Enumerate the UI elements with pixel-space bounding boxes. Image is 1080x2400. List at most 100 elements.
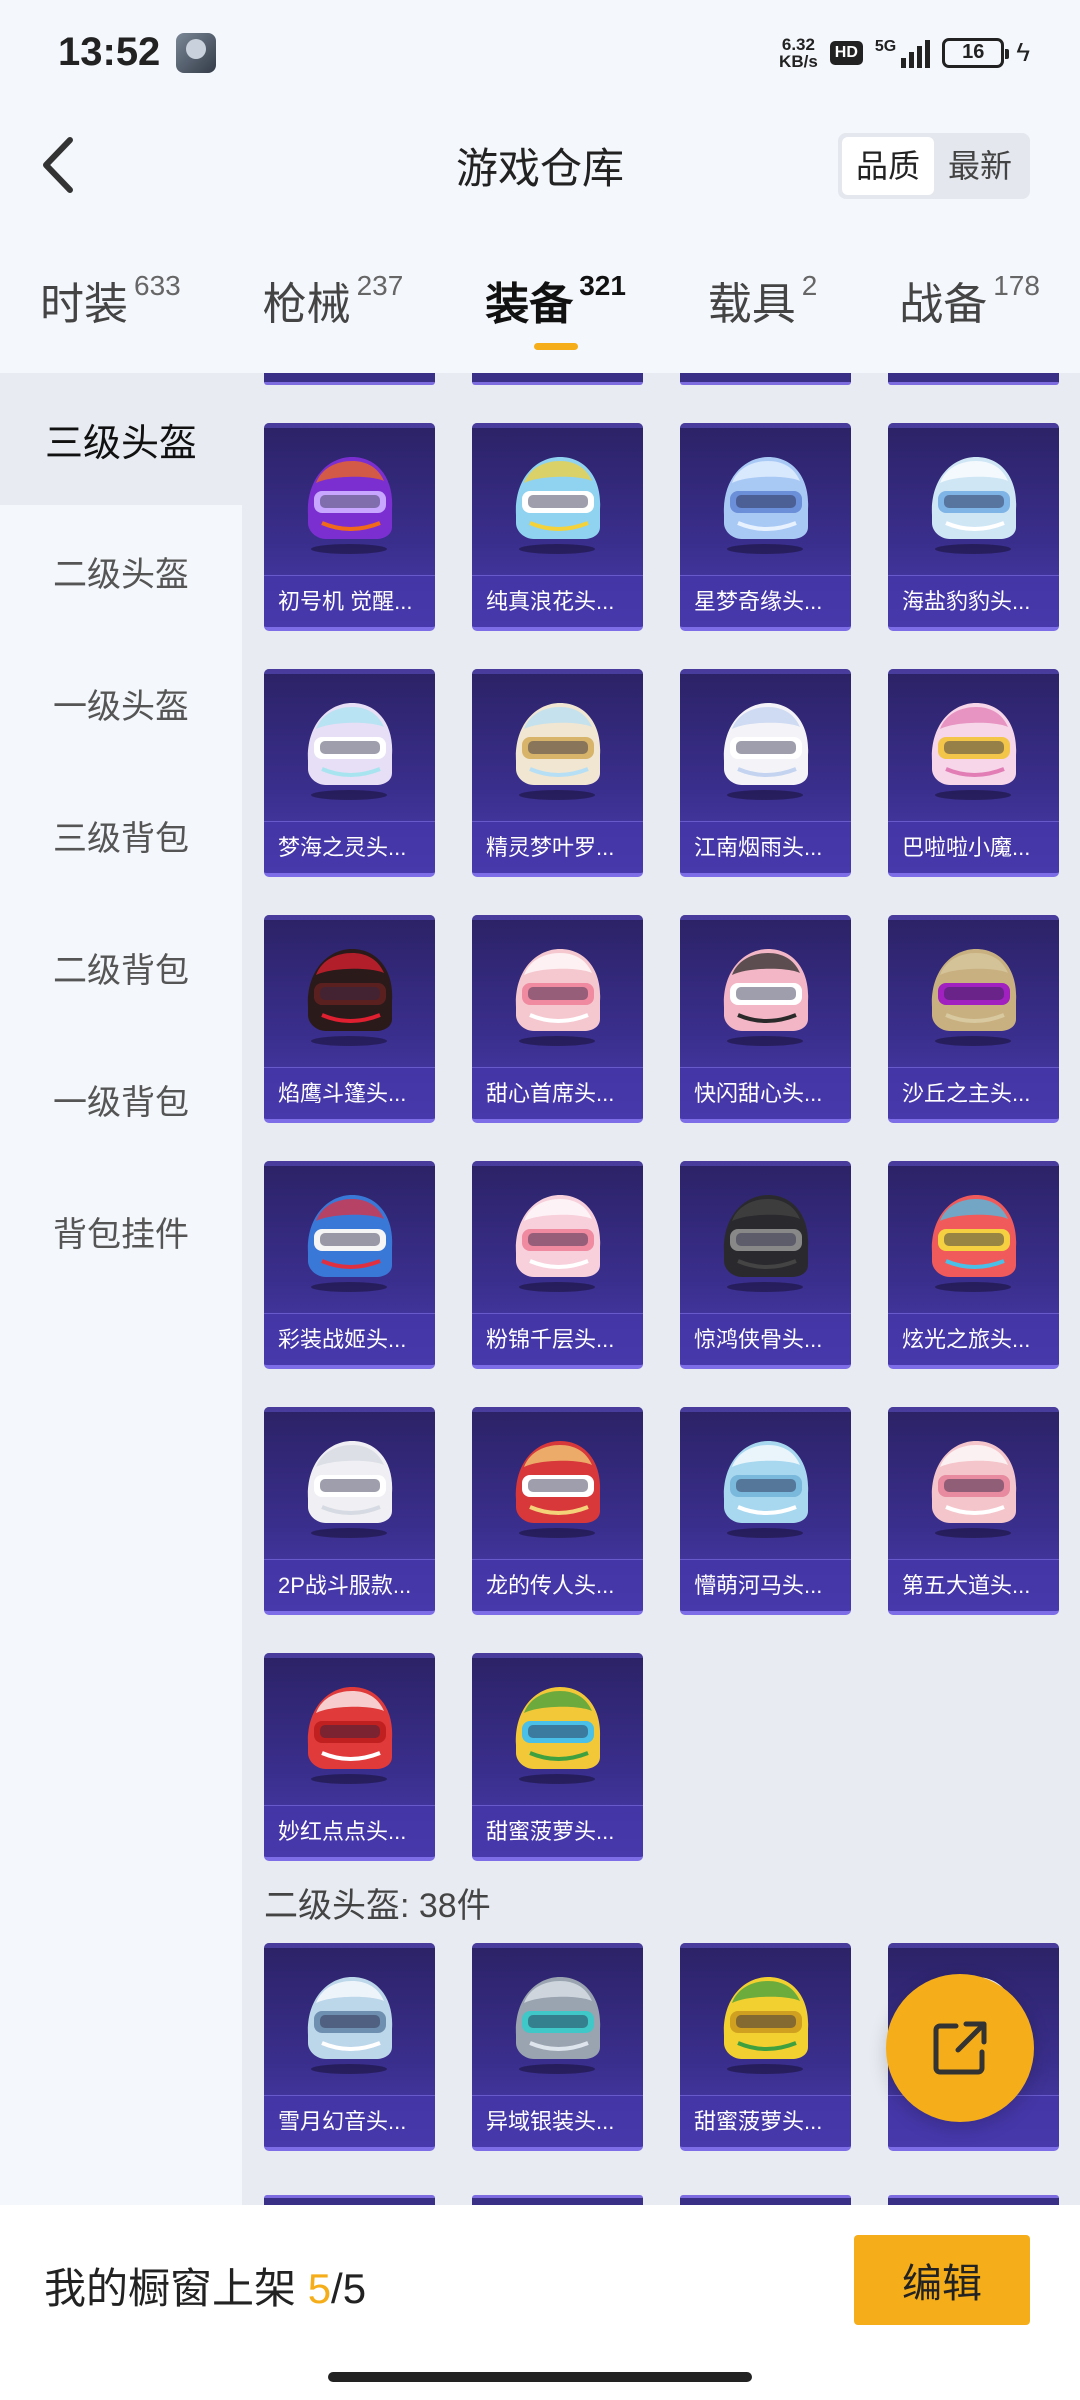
item-name: 甜蜜菠萝头... xyxy=(472,1805,643,1857)
item-card[interactable]: 江南烟雨头... xyxy=(680,669,851,877)
item-name: 沙丘之主头... xyxy=(888,1067,1059,1119)
active-tab-indicator xyxy=(533,343,578,350)
item-card[interactable]: 第五大道头... xyxy=(888,1407,1059,1615)
sidebar-item-level3-helmet[interactable]: 三级头盔 xyxy=(0,373,242,505)
helmet-image xyxy=(931,457,1017,554)
helmet-image xyxy=(307,1195,393,1292)
item-name: 梦海之灵头... xyxy=(264,821,435,873)
tab-equipment[interactable]: 装备 321 xyxy=(485,264,626,350)
sidebar-item-backpack-charm[interactable]: 背包挂件 xyxy=(0,1165,242,1297)
helmet-image xyxy=(515,1977,601,2074)
tab-count: 633 xyxy=(134,270,181,301)
item-card[interactable]: 惊鸿侠骨头... xyxy=(680,1161,851,1369)
item-card[interactable]: 龙的传人头... xyxy=(472,1407,643,1615)
item-name: 甜蜜菠萝头... xyxy=(680,2095,851,2147)
tab-fashion[interactable]: 时装 633 xyxy=(40,264,181,334)
showcase-status: 我的橱窗上架 5/5 xyxy=(44,2255,366,2316)
home-indicator[interactable] xyxy=(328,2372,752,2382)
showcase-current-count: 5 xyxy=(307,2265,332,2312)
helmet-image xyxy=(515,949,601,1046)
helmet-image xyxy=(931,949,1017,1046)
tab-label: 装备 xyxy=(485,280,574,329)
helmet-image xyxy=(723,949,809,1046)
helmet-image xyxy=(723,1441,809,1538)
item-name: 焰鹰斗篷头... xyxy=(264,1067,435,1119)
item-card[interactable]: 巴啦啦小魔... xyxy=(888,669,1059,877)
helmet-image xyxy=(723,1977,809,2074)
helmet-image xyxy=(307,949,393,1046)
tab-supplies[interactable]: 战备 178 xyxy=(899,264,1040,334)
item-name: 海盐豹豹头... xyxy=(888,575,1059,627)
item-name: 快闪甜心头... xyxy=(680,1067,851,1119)
network-speed: 6.32 KB/s xyxy=(779,36,818,70)
item-card[interactable]: 沙丘之主头... xyxy=(888,915,1059,1123)
helmet-image xyxy=(307,1687,393,1784)
helmet-image xyxy=(307,1977,393,2074)
helmet-image xyxy=(931,703,1017,800)
item-card[interactable]: 粉锦千层头... xyxy=(472,1161,643,1369)
tab-count: 2 xyxy=(801,270,818,301)
helmet-image xyxy=(515,1687,601,1784)
item-card[interactable]: 甜蜜菠萝头... xyxy=(472,1653,643,1861)
sidebar-item-level2-helmet[interactable]: 二级头盔 xyxy=(0,505,242,637)
helmet-image xyxy=(723,457,809,554)
item-grid-area[interactable]: 初号机 觉醒... 纯真浪花头... 星梦奇缘头... 海盐豹豹头... 梦海之灵头..… xyxy=(242,373,1080,2205)
helmet-image xyxy=(931,1441,1017,1538)
item-card[interactable]: 2P战斗服款... xyxy=(264,1407,435,1615)
item-name: 初号机 觉醒... xyxy=(264,575,435,627)
item-name: 妙红点点头... xyxy=(264,1805,435,1857)
showcase-total-count: 5 xyxy=(342,2265,367,2312)
tab-count: 178 xyxy=(993,270,1040,301)
item-card[interactable]: 梦海之灵头... xyxy=(264,669,435,877)
item-card[interactable]: 彩装战姬头... xyxy=(264,1161,435,1369)
item-card[interactable]: 海盐豹豹头... xyxy=(888,423,1059,631)
battery-level: 16 xyxy=(962,41,985,63)
item-card[interactable]: 雪月幻音头... xyxy=(264,1943,435,2151)
tab-vehicles[interactable]: 载具 2 xyxy=(708,264,818,334)
battery-icon: 16 xyxy=(942,37,1010,68)
item-name: 星梦奇缘头... xyxy=(680,575,851,627)
tab-label: 时装 xyxy=(40,280,128,329)
helmet-image xyxy=(307,457,393,554)
helmet-image xyxy=(931,1195,1017,1292)
item-name: 精灵梦叶罗... xyxy=(472,821,643,873)
item-card[interactable]: 纯真浪花头... xyxy=(472,423,643,631)
sort-by-newest[interactable]: 最新 xyxy=(934,137,1026,195)
sort-by-quality[interactable]: 品质 xyxy=(841,137,934,195)
item-card[interactable]: 甜心首席头... xyxy=(472,915,643,1123)
previous-row-edge xyxy=(264,373,1059,385)
item-card[interactable]: 快闪甜心头... xyxy=(680,915,851,1123)
item-card[interactable]: 初号机 觉醒... xyxy=(264,423,435,631)
item-card[interactable]: 炫光之旅头... xyxy=(888,1161,1059,1369)
status-bar: 13:52 6.32 KB/s HD 5G 16 ϟ xyxy=(0,0,1080,105)
item-card[interactable]: 焰鹰斗篷头... xyxy=(264,915,435,1123)
category-tabs: 时装 633 枪械 237 装备 321 载具 2 战备 178 xyxy=(0,225,1080,373)
helmet-image xyxy=(515,1441,601,1538)
back-arrow-icon[interactable] xyxy=(28,135,88,195)
item-card[interactable]: 妙红点点头... xyxy=(264,1653,435,1861)
tab-count: 237 xyxy=(356,270,404,301)
sidebar-item-level1-helmet[interactable]: 一级头盔 xyxy=(0,637,242,769)
item-name: 雪月幻音头... xyxy=(264,2095,435,2147)
item-card[interactable]: 异域银装头... xyxy=(472,1943,643,2151)
item-name: 惊鸿侠骨头... xyxy=(680,1313,851,1365)
charging-icon: ϟ xyxy=(1016,37,1030,67)
tab-label: 枪械 xyxy=(262,280,351,329)
item-name: 甜心首席头... xyxy=(472,1067,643,1119)
item-name: 2P战斗服款... xyxy=(264,1559,435,1611)
page-title: 游戏仓库 xyxy=(455,144,624,192)
item-card[interactable]: 甜蜜菠萝头... xyxy=(680,1943,851,2151)
header: 游戏仓库 品质 最新 xyxy=(0,105,1080,225)
item-card[interactable]: 精灵梦叶罗... xyxy=(472,669,643,877)
helmet-image xyxy=(515,1195,601,1292)
network-type: 5G xyxy=(874,37,897,55)
share-button[interactable] xyxy=(886,1974,1034,2122)
edit-button[interactable]: 编辑 xyxy=(854,2235,1030,2325)
tab-guns[interactable]: 枪械 237 xyxy=(263,264,404,334)
sidebar-item-level1-backpack[interactable]: 一级背包 xyxy=(0,1033,242,1165)
item-name: 彩装战姬头... xyxy=(264,1313,435,1365)
sidebar-item-level3-backpack[interactable]: 三级背包 xyxy=(0,769,242,901)
item-card[interactable]: 星梦奇缘头... xyxy=(680,423,851,631)
item-card[interactable]: 懵萌河马头... xyxy=(680,1407,851,1615)
sidebar-item-level2-backpack[interactable]: 二级背包 xyxy=(0,901,242,1033)
